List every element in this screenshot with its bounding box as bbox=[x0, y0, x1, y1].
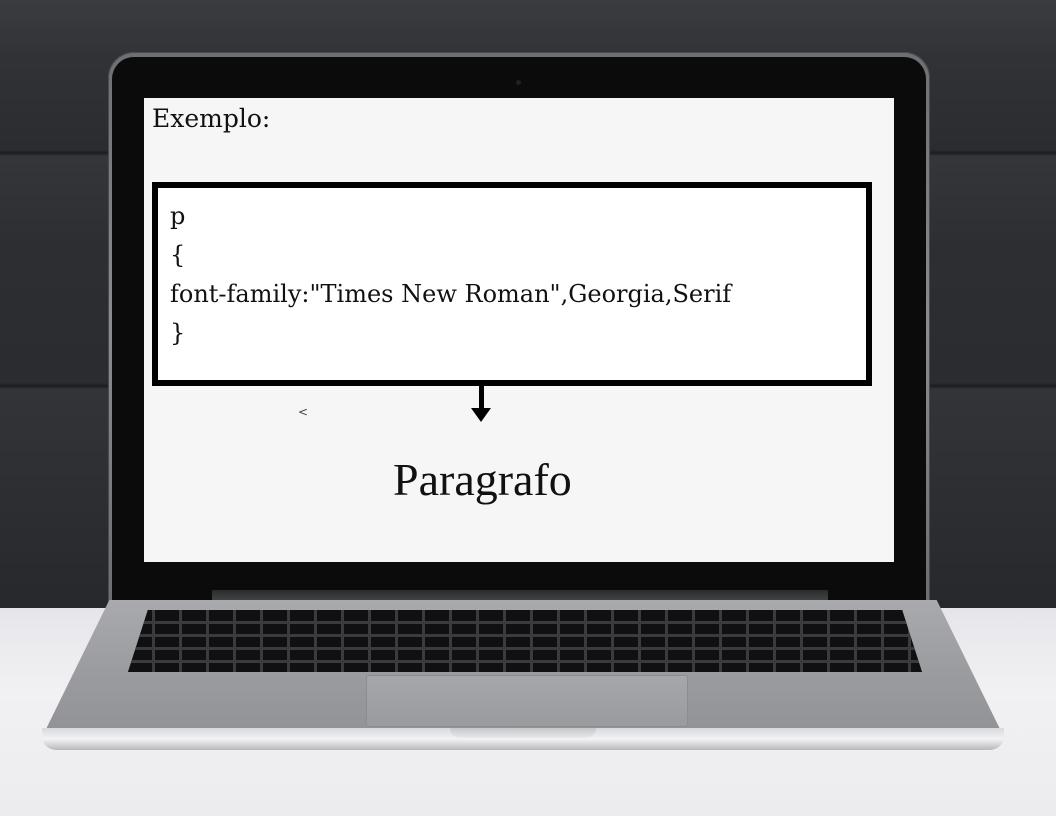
keyboard-row-gap bbox=[128, 634, 922, 637]
laptop-keyboard bbox=[128, 610, 922, 672]
keyboard-row-gap bbox=[128, 647, 922, 650]
code-line-selector: p bbox=[170, 202, 186, 230]
code-line-declaration: font-family:"Times New Roman",Georgia,Se… bbox=[170, 280, 732, 308]
laptop-lid-notch bbox=[450, 728, 596, 738]
result-paragraph: Paragrafo bbox=[393, 454, 572, 505]
keyboard-row-gap bbox=[128, 660, 922, 663]
code-line-open-brace: { bbox=[170, 241, 186, 269]
keyboard-row-gap bbox=[128, 621, 922, 624]
webcam bbox=[516, 80, 521, 85]
arrow-head bbox=[471, 408, 491, 422]
code-box: p { font-family:"Times New Roman",Georgi… bbox=[152, 182, 872, 386]
cursor-icon: < bbox=[298, 405, 309, 419]
code-line-close-brace: } bbox=[170, 319, 186, 347]
example-label: Exemplo: bbox=[152, 104, 271, 133]
laptop-trackpad bbox=[366, 675, 688, 727]
